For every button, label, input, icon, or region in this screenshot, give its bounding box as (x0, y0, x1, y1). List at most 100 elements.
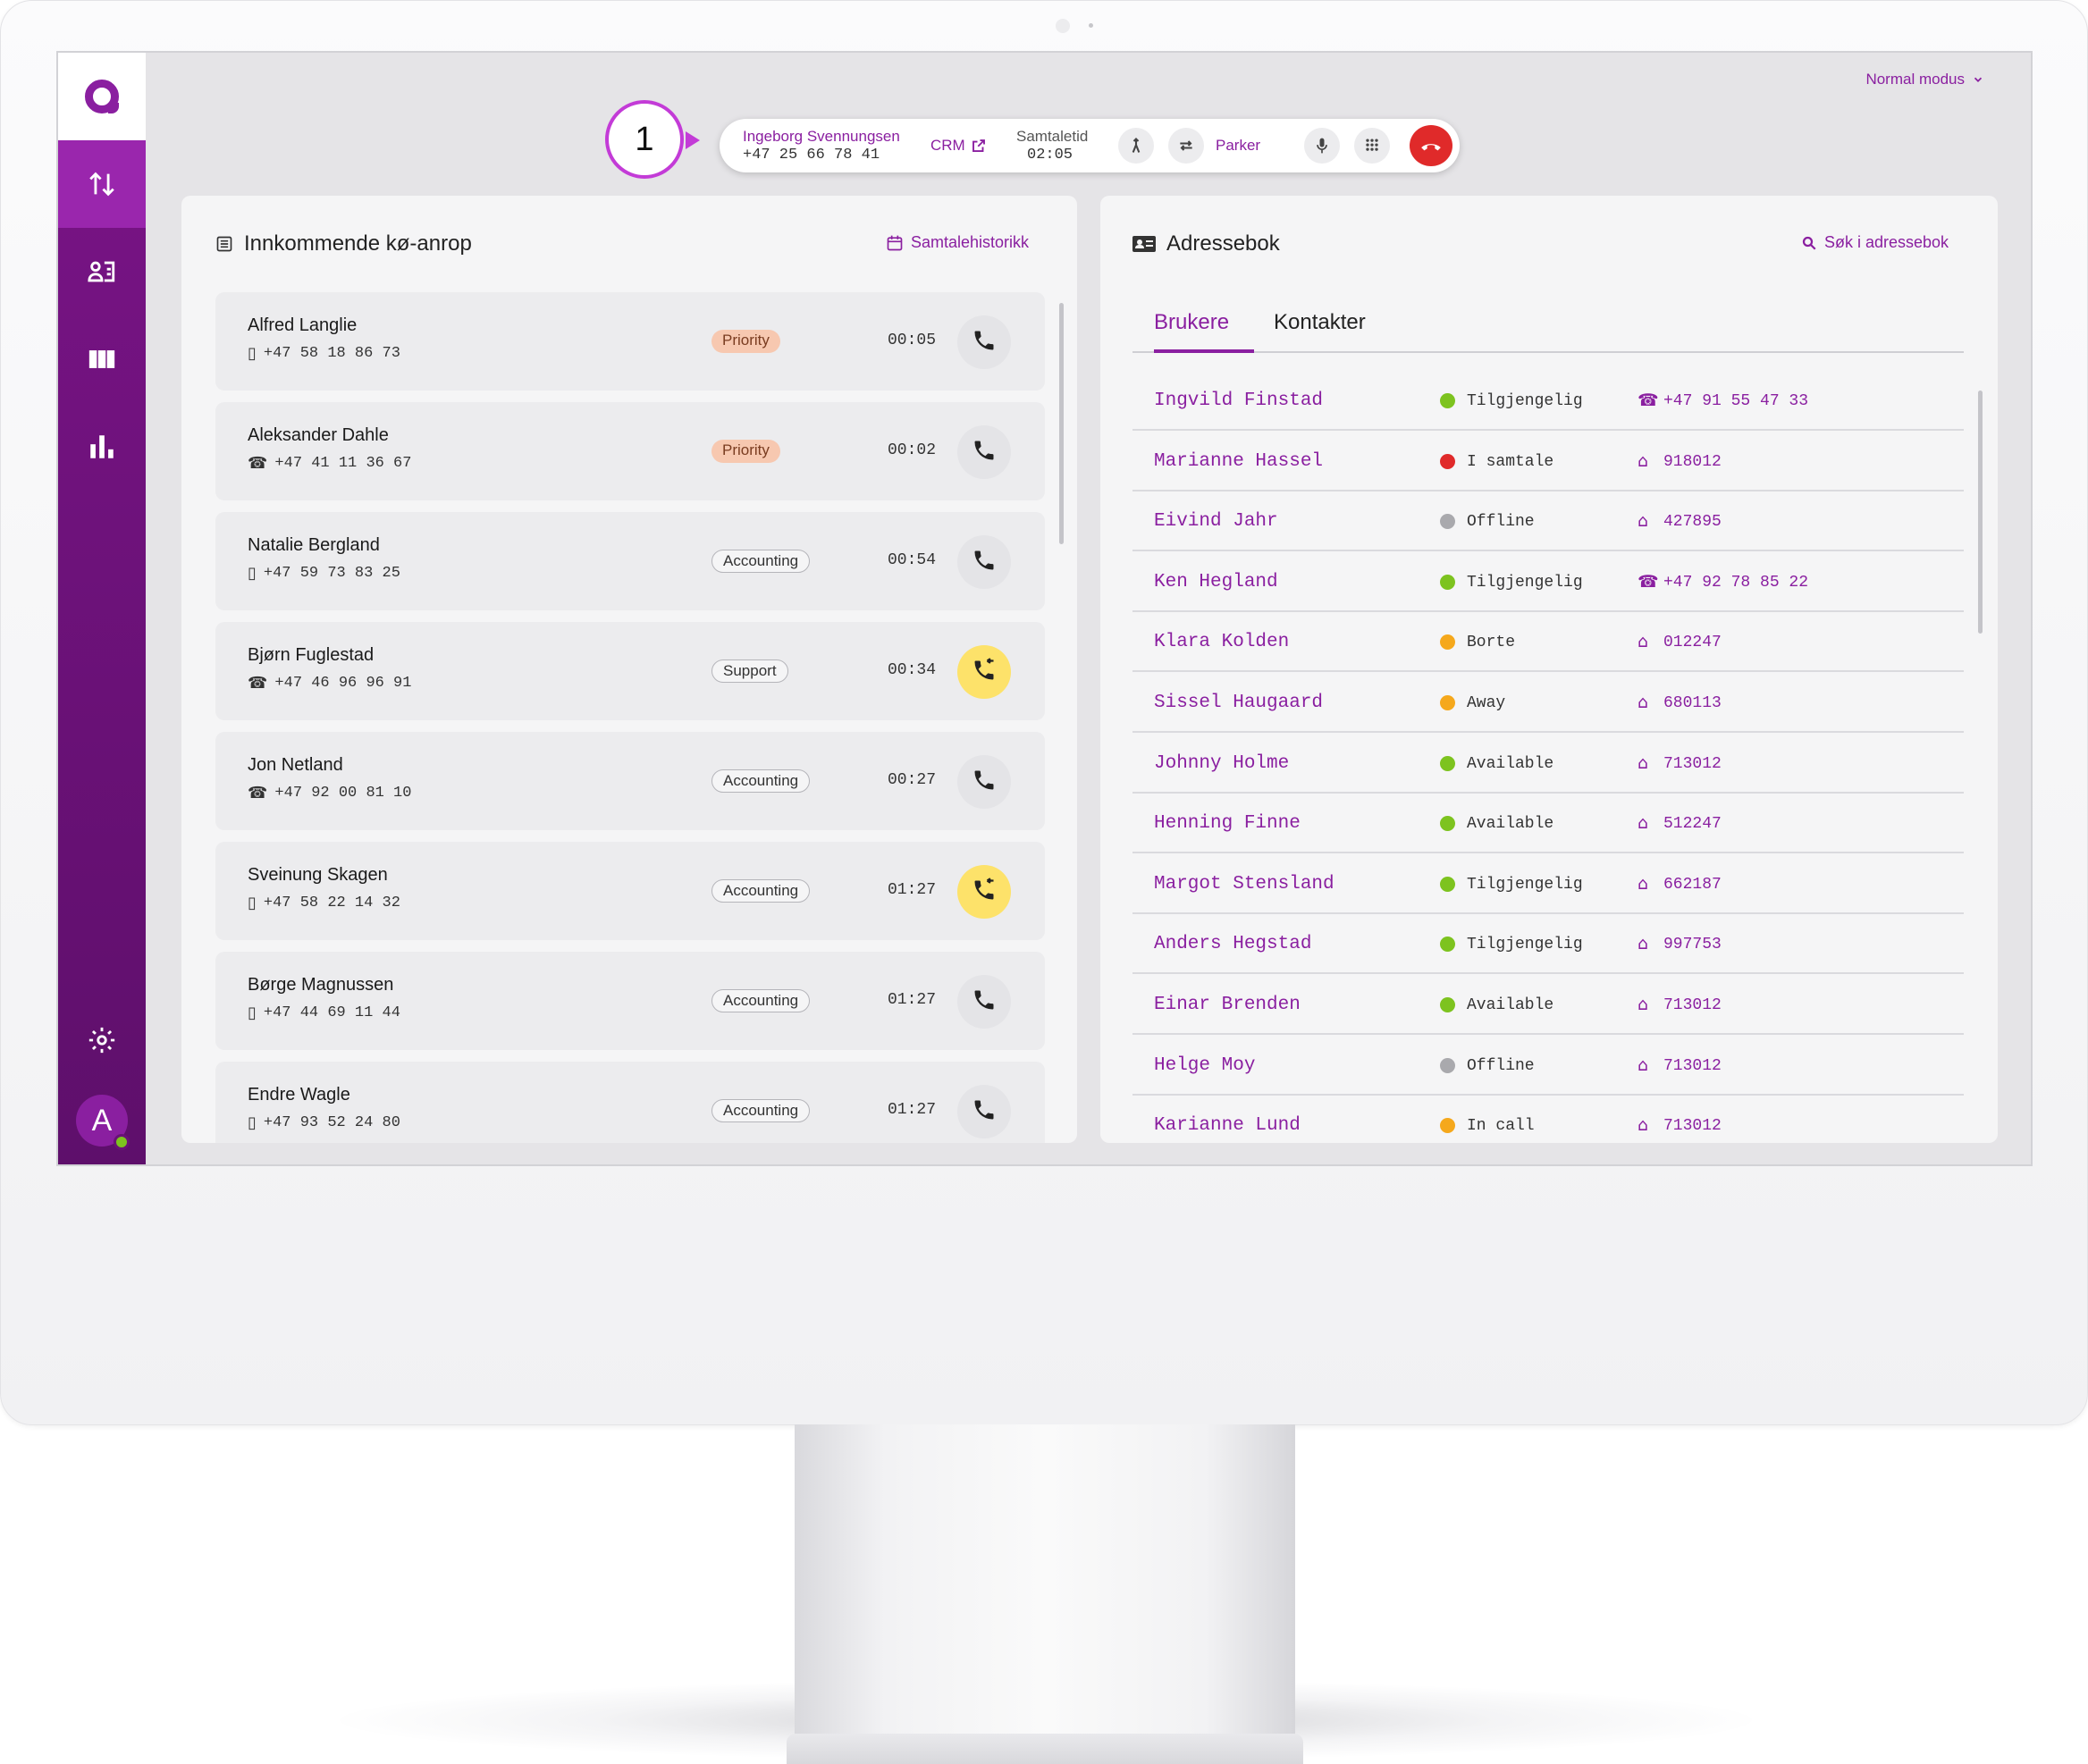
addressbook-search-link[interactable]: Søk i adressebok (1801, 233, 1949, 252)
calendar-icon (887, 235, 903, 250)
logo-icon (85, 80, 119, 113)
tab-contacts[interactable]: Kontakter (1274, 310, 1366, 353)
contact-number[interactable]: 713012 (1663, 1057, 1722, 1075)
addressbook-scrollbar[interactable] (1978, 391, 1983, 634)
queue-call-row[interactable]: Alfred Langlie ▯ +47 58 18 86 73 Priority 00… (215, 292, 1045, 391)
statistics-icon (90, 435, 114, 458)
contact-number[interactable]: 713012 (1663, 755, 1722, 773)
hangup-icon (1421, 144, 1441, 151)
contact-number[interactable]: 713012 (1663, 1117, 1722, 1135)
sidebar-item-contacts[interactable] (58, 228, 146, 315)
contact-name[interactable]: Anders Hegstad (1154, 934, 1311, 954)
contact-number[interactable]: 012247 (1663, 634, 1722, 651)
answer-call-button[interactable] (957, 425, 1011, 479)
answer-call-button[interactable] (957, 535, 1011, 589)
presence-dot (1440, 1118, 1455, 1134)
contact-number[interactable]: 713012 (1663, 996, 1722, 1014)
mode-selector[interactable]: Normal modus (1865, 71, 1984, 88)
addressbook-row[interactable]: Eivind Jahr Offline ⌂ 427895 (1132, 491, 1964, 552)
queue-panel: Innkommende kø-anrop Samtalehistorikk Al… (181, 196, 1077, 1143)
addressbook-row[interactable]: Einar Brenden Available ⌂ 713012 (1132, 975, 1964, 1035)
addressbook-row[interactable]: Sissel Haugaard Away ⌂ 680113 (1132, 673, 1964, 733)
answer-call-button[interactable] (957, 755, 1011, 809)
presence-dot (1440, 816, 1455, 832)
contact-name[interactable]: Johnny Holme (1154, 753, 1289, 774)
caller-number: ☎ +47 46 96 96 91 (248, 674, 411, 693)
contact-name[interactable]: Marianne Hassel (1154, 451, 1323, 472)
contact-number[interactable]: 918012 (1663, 453, 1722, 471)
transfer-button[interactable] (1168, 128, 1204, 164)
queue-call-row[interactable]: Aleksander Dahle ☎ +47 41 11 36 67 Priority… (215, 402, 1045, 500)
contact-name[interactable]: Karianne Lund (1154, 1115, 1301, 1136)
wait-time: 00:02 (888, 441, 937, 459)
tab-users[interactable]: Brukere (1154, 310, 1254, 353)
contact-name[interactable]: Klara Kolden (1154, 632, 1289, 652)
sidebar-item-statistics[interactable] (58, 403, 146, 491)
contact-number[interactable]: 662187 (1663, 876, 1722, 894)
contact-number[interactable]: 512247 (1663, 815, 1722, 833)
presence-status: Tilgjengelig (1467, 936, 1583, 954)
dialpad-button[interactable] (1354, 128, 1390, 164)
app-logo[interactable] (58, 53, 146, 140)
sidebar-item-queue[interactable] (58, 140, 146, 228)
presence-dot (1440, 695, 1455, 710)
addressbook-row[interactable]: Johnny Holme Available ⌂ 713012 (1132, 734, 1964, 794)
queue-call-row[interactable]: Natalie Bergland ▯ +47 59 73 83 25 Accounti… (215, 512, 1045, 610)
answer-call-button[interactable] (957, 865, 1011, 919)
addressbook-row[interactable]: Margot Stensland Tilgjengelig ⌂ 662187 (1132, 854, 1964, 914)
addressbook-row[interactable]: Klara Kolden Borte ⌂ 012247 (1132, 612, 1964, 673)
queue-scrollbar[interactable] (1059, 303, 1064, 544)
extension-icon: ⌂ (1638, 632, 1649, 652)
gear-icon (88, 1027, 115, 1054)
crm-button[interactable]: CRM (930, 137, 987, 155)
contact-number[interactable]: +47 91 55 47 33 (1663, 392, 1808, 410)
contact-number[interactable]: 680113 (1663, 694, 1722, 712)
addressbook-row[interactable]: Ingvild Finstad Tilgjengelig ☎ +47 91 55 47… (1132, 371, 1964, 431)
presence-dot (1440, 997, 1455, 1012)
presence-status: Away (1467, 694, 1506, 712)
queue-call-row[interactable]: Endre Wagle ▯ +47 93 52 24 80 Accounting 01:… (215, 1062, 1045, 1143)
wait-time: 01:27 (888, 1101, 937, 1119)
sidebar-item-columns[interactable] (58, 315, 146, 403)
answer-call-button[interactable] (957, 315, 1011, 369)
addressbook-row[interactable]: Marianne Hassel I samtale ⌂ 918012 (1132, 432, 1964, 491)
answer-call-button[interactable] (957, 975, 1011, 1029)
sidebar-item-settings[interactable] (58, 996, 146, 1084)
answer-call-button[interactable] (957, 1085, 1011, 1138)
queue-call-row[interactable]: Jon Netland ☎ +47 92 00 81 10 Accounting 00:… (215, 732, 1045, 830)
caller-name: Bjørn Fuglestad (248, 645, 375, 665)
addressbook-row[interactable]: Henning Finne Available ⌂ 512247 (1132, 794, 1964, 854)
addressbook-row[interactable]: Karianne Lund In call ⌂ 713012 (1132, 1096, 1964, 1143)
caller-number: ▯ +47 44 69 11 44 (248, 1004, 400, 1022)
call-history-link[interactable]: Samtalehistorikk (886, 233, 1029, 252)
contact-name[interactable]: Henning Finne (1154, 813, 1301, 834)
queue-call-row[interactable]: Sveinung Skagen ▯ +47 58 22 14 32 Accountin… (215, 842, 1045, 940)
addressbook-row[interactable]: Ken Hegland Tilgjengelig ☎ +47 92 78 85 22 (1132, 552, 1964, 612)
contact-name[interactable]: Eivind Jahr (1154, 511, 1278, 532)
addressbook-row[interactable]: Helge Moy Offline ⌂ 713012 (1132, 1036, 1964, 1096)
contact-name[interactable]: Margot Stensland (1154, 874, 1334, 895)
contact-name[interactable]: Ken Hegland (1154, 572, 1278, 592)
hangup-button[interactable] (1410, 125, 1452, 166)
contact-number[interactable]: 427895 (1663, 513, 1722, 531)
contact-name[interactable]: Helge Moy (1154, 1055, 1255, 1076)
answer-call-button[interactable] (957, 645, 1011, 699)
addressbook-title: Adressebok (1166, 231, 1280, 256)
merge-button[interactable] (1118, 128, 1154, 164)
queue-call-row[interactable]: Børge Magnussen ▯ +47 44 69 11 44 Accountin… (215, 952, 1045, 1050)
park-button[interactable]: Parker (1216, 137, 1260, 155)
queue-call-row[interactable]: Bjørn Fuglestad ☎ +47 46 96 96 91 Support 00… (215, 622, 1045, 720)
contact-number[interactable]: +47 92 78 85 22 (1663, 574, 1808, 592)
contact-name[interactable]: Sissel Haugaard (1154, 693, 1323, 713)
presence-status: In call (1467, 1117, 1535, 1136)
addressbook-header: Adressebok (1132, 231, 1280, 256)
extension-icon: ⌂ (1638, 1115, 1649, 1136)
contact-number[interactable]: 997753 (1663, 936, 1722, 953)
mute-button[interactable] (1304, 128, 1340, 164)
wait-time: 01:27 (888, 991, 937, 1009)
presence-dot (1440, 453, 1455, 469)
addressbook-row[interactable]: Anders Hegstad Tilgjengelig ⌂ 997753 (1132, 914, 1964, 975)
contact-name[interactable]: Einar Brenden (1154, 995, 1301, 1015)
caller-number-text: +47 41 11 36 67 (274, 455, 412, 472)
contact-name[interactable]: Ingvild Finstad (1154, 391, 1323, 411)
